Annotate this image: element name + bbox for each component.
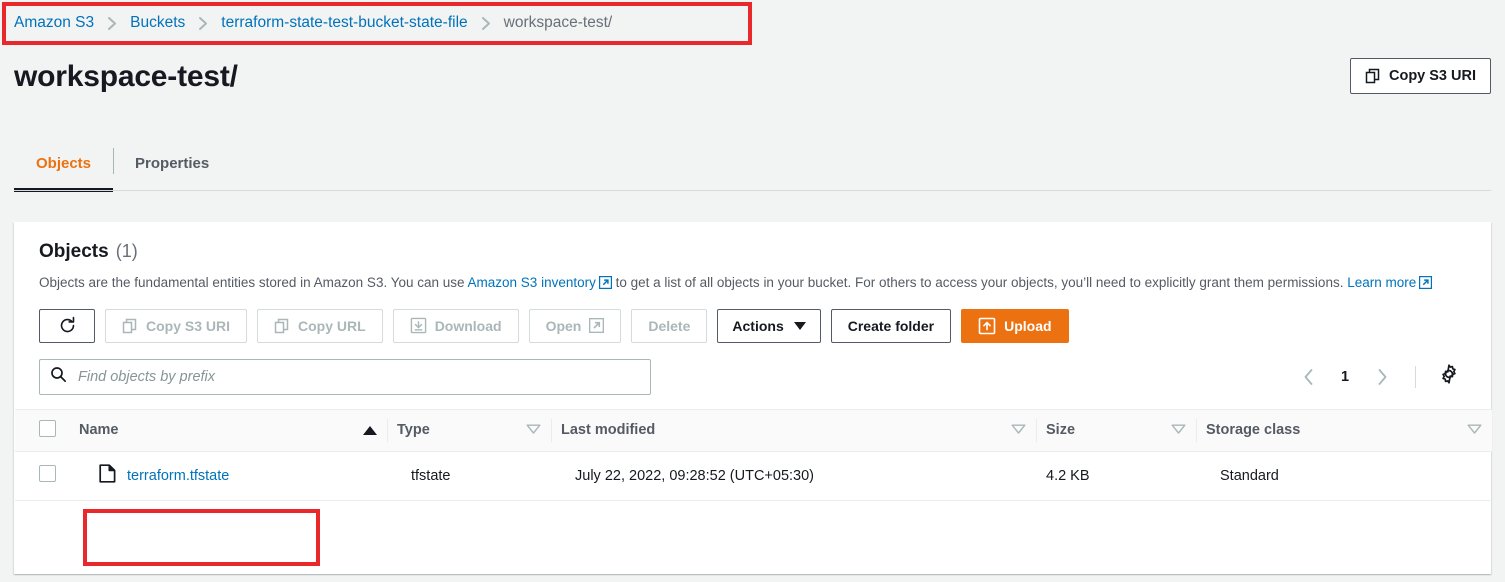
search-and-pagination-row: 1 [15,343,1490,395]
search-box[interactable] [39,358,651,395]
search-input[interactable] [76,367,640,386]
upload-icon [978,317,996,335]
tab-objects-label: Objects [36,154,92,172]
select-all-header [15,408,69,452]
table-header-row: Name Type Last modified Size Storage cla… [15,408,1492,452]
objects-description-part1: Objects are the fundamental entities sto… [39,275,468,290]
column-header-storage-class-label: Storage class [1206,422,1301,439]
breadcrumb-item-buckets[interactable]: Buckets [130,14,185,32]
row-last-modified-cell: July 22, 2022, 09:28:52 (UTC+05:30) [551,451,1036,501]
objects-table-body: terraform.tfstate tfstate July 22, 2022,… [15,451,1492,501]
object-name-link[interactable]: terraform.tfstate [127,468,229,484]
sort-icon [1467,422,1482,438]
copy-url-label: Copy URL [298,317,366,334]
delete-button[interactable]: Delete [631,308,708,343]
chevron-right-icon [198,16,208,31]
objects-description: Objects are the fundamental entities sto… [39,273,1459,295]
tab-bar: Objects Properties [0,134,1505,192]
open-label: Open [545,317,582,334]
row-checkbox[interactable] [39,465,56,483]
objects-toolbar: Copy S3 URI Copy URL Download Open Delet… [15,295,1490,343]
delete-label: Delete [648,317,691,334]
settings-gear-button[interactable] [1432,360,1466,394]
external-link-icon [1418,275,1433,295]
select-all-checkbox[interactable] [39,419,56,437]
page-title: workspace-test/ [14,59,238,93]
copy-s3-uri-button[interactable]: Copy S3 URI [1349,58,1491,94]
search-icon [50,366,67,388]
sort-icon [1011,422,1026,438]
tab-properties[interactable]: Properties [113,134,231,192]
column-header-type[interactable]: Type [387,408,551,452]
create-folder-label: Create folder [847,317,935,334]
sort-icon [526,422,541,438]
page-number[interactable]: 1 [1329,360,1361,394]
gear-icon [1439,364,1459,389]
column-header-size[interactable]: Size [1036,408,1196,452]
table-row: terraform.tfstate tfstate July 22, 2022,… [15,451,1492,501]
column-header-last-modified-label: Last modified [561,422,656,439]
objects-card-header: Objects (1) Objects are the fundamental … [15,223,1490,295]
column-header-name-label: Name [79,422,119,439]
external-link-icon [589,318,605,334]
objects-heading: Objects (1) [39,241,1466,263]
tab-properties-label: Properties [135,154,210,172]
row-size-cell: 4.2 KB [1036,451,1196,501]
copy-s3-uri-toolbar-label: Copy S3 URI [146,317,231,334]
objects-description-part2: to get a list of all objects in your buc… [611,275,1348,290]
breadcrumb-item-amazon-s3[interactable]: Amazon S3 [14,14,94,32]
download-icon [410,317,427,334]
previous-page-button[interactable] [1291,360,1325,394]
pagination: 1 [1291,360,1466,394]
breadcrumb-bar: Amazon S3 Buckets terraform-state-test-b… [0,0,1505,46]
actions-label: Actions [732,317,784,334]
tab-bar-divider [14,190,1491,191]
pagination-divider [1415,365,1416,388]
copy-icon [1365,68,1381,84]
tab-objects[interactable]: Objects [14,134,114,192]
file-icon [99,464,116,487]
page-header: workspace-test/ Copy S3 URI [0,48,1505,104]
row-type-cell: tfstate [387,451,551,501]
learn-more-link[interactable]: Learn more [1347,275,1416,290]
column-header-storage-class[interactable]: Storage class [1196,408,1492,452]
row-select-cell [15,451,69,501]
amazon-s3-inventory-link[interactable]: Amazon S3 inventory [468,275,596,290]
refresh-button[interactable] [39,308,95,343]
column-header-type-label: Type [397,422,430,439]
column-header-last-modified[interactable]: Last modified [551,408,1036,452]
next-page-button[interactable] [1365,360,1399,394]
sort-icon [1171,422,1186,438]
objects-heading-label: Objects [39,241,109,262]
copy-s3-uri-toolbar-button[interactable]: Copy S3 URI [105,308,248,343]
upload-button[interactable]: Upload [961,308,1069,343]
create-folder-button[interactable]: Create folder [830,308,952,343]
objects-count: (1) [115,241,138,261]
objects-table-head: Name Type Last modified Size Storage cla… [15,408,1492,452]
upload-label: Upload [1004,317,1052,334]
actions-button[interactable]: Actions [717,308,821,343]
copy-s3-uri-label: Copy S3 URI [1388,68,1476,84]
breadcrumb-item-current: workspace-test/ [503,14,613,31]
copy-icon [274,318,290,334]
download-label: Download [434,317,502,334]
external-link-icon [598,275,613,295]
copy-icon [122,318,138,334]
sort-ascending-icon [363,425,377,435]
column-header-size-label: Size [1046,422,1076,439]
open-button[interactable]: Open [528,308,622,343]
breadcrumb: Amazon S3 Buckets terraform-state-test-b… [14,14,612,32]
breadcrumb-item-bucket[interactable]: terraform-state-test-bucket-state-file [221,14,467,32]
chevron-right-icon [107,16,117,31]
column-header-name[interactable]: Name [69,408,387,452]
chevron-right-icon [481,16,491,31]
objects-card: Objects (1) Objects are the fundamental … [14,222,1492,574]
row-name-cell: terraform.tfstate [69,451,387,501]
chevron-down-icon [793,321,806,330]
copy-url-button[interactable]: Copy URL [257,308,383,343]
objects-table: Name Type Last modified Size Storage cla… [15,408,1492,501]
refresh-icon [58,316,77,335]
row-storage-class-cell: Standard [1196,451,1492,501]
download-button[interactable]: Download [392,308,519,343]
